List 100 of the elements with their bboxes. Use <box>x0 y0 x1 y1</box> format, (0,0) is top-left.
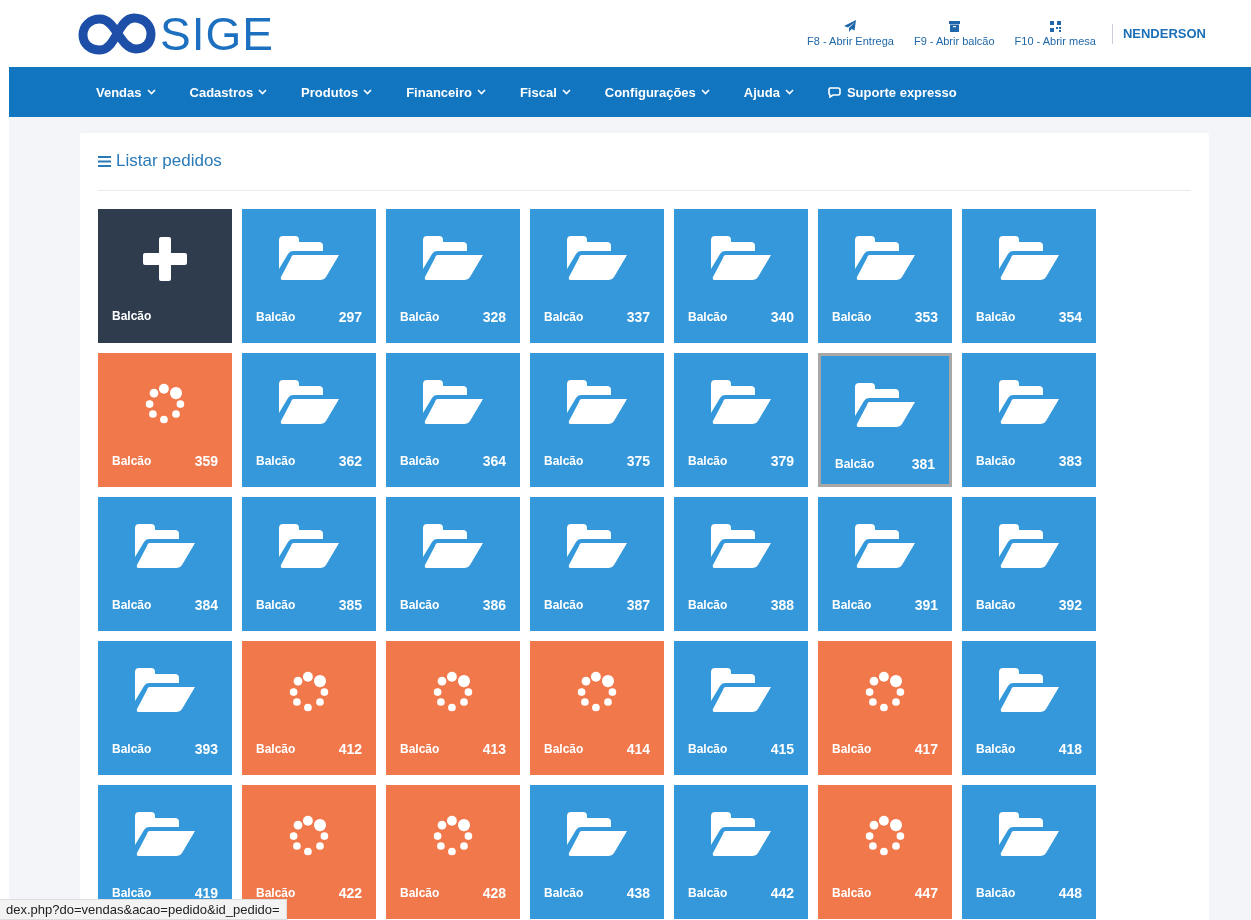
order-number: 415 <box>770 741 794 757</box>
nav-item[interactable]: Fiscal <box>519 84 571 100</box>
order-tile[interactable]: Balcão <box>98 209 232 343</box>
order-tile[interactable]: Balcão 388 <box>674 497 808 631</box>
order-tile[interactable]: Balcão 337 <box>530 209 664 343</box>
order-tile[interactable]: Balcão 379 <box>674 353 808 487</box>
order-type: Balcão <box>544 310 584 324</box>
order-tile[interactable]: Balcão 392 <box>962 497 1096 631</box>
order-tile[interactable]: Balcão 385 <box>242 497 376 631</box>
chat-icon <box>827 86 842 98</box>
order-tile[interactable]: Balcão 447 <box>818 785 952 919</box>
order-tile[interactable]: Balcão 413 <box>386 641 520 775</box>
order-number: 379 <box>770 453 794 469</box>
folder-open-icon <box>135 668 195 714</box>
order-number: 297 <box>338 309 362 325</box>
folder-open-icon <box>279 236 339 282</box>
chevron-down-icon <box>561 89 571 95</box>
order-tile[interactable]: Balcão 362 <box>242 353 376 487</box>
folder-open-icon <box>567 524 627 570</box>
order-number: 412 <box>338 741 362 757</box>
folder-open-icon <box>711 812 771 858</box>
order-number: 428 <box>482 885 506 901</box>
folder-open-icon <box>711 236 771 282</box>
order-tile[interactable]: Balcão 442 <box>674 785 808 919</box>
order-number: 385 <box>338 597 362 613</box>
order-tile[interactable]: Balcão 359 <box>98 353 232 487</box>
order-number: 417 <box>914 741 938 757</box>
order-tile[interactable]: Balcão 412 <box>242 641 376 775</box>
order-type: Balcão <box>832 886 872 900</box>
order-tile[interactable]: Balcão 328 <box>386 209 520 343</box>
folder-open-icon <box>999 236 1059 282</box>
order-number: 391 <box>914 597 938 613</box>
order-number: 438 <box>626 885 650 901</box>
order-number: 422 <box>338 885 362 901</box>
order-number: 328 <box>482 309 506 325</box>
order-type: Balcão <box>400 886 440 900</box>
list-icon <box>98 155 111 167</box>
order-tile[interactable]: Balcão 354 <box>962 209 1096 343</box>
order-type: Balcão <box>112 742 152 756</box>
order-number: 340 <box>770 309 794 325</box>
order-tile[interactable]: Balcão 375 <box>530 353 664 487</box>
folder-open-icon <box>279 380 339 426</box>
status-url-tooltip: dex.php?do=vendas&acao=pedido&id_pedido= <box>0 899 287 920</box>
nav-item[interactable]: Configurações <box>604 84 710 100</box>
order-tile[interactable]: Balcão 415 <box>674 641 808 775</box>
order-tile[interactable]: Balcão 414 <box>530 641 664 775</box>
order-number: 364 <box>482 453 506 469</box>
nav-item[interactable]: Cadastros <box>189 84 268 100</box>
nav-item[interactable]: Suporte expresso <box>827 84 957 100</box>
order-type: Balcão <box>112 598 152 612</box>
nav-item[interactable]: Produtos <box>301 84 373 100</box>
order-type: Balcão <box>832 742 872 756</box>
folder-open-icon <box>855 236 915 282</box>
order-tile[interactable]: Balcão 384 <box>98 497 232 631</box>
order-number: 383 <box>1058 453 1082 469</box>
folder-open-icon <box>711 668 771 714</box>
order-number: 375 <box>626 453 650 469</box>
order-number: 386 <box>482 597 506 613</box>
order-type: Balcão <box>976 454 1016 468</box>
chevron-down-icon <box>146 89 156 95</box>
order-tile[interactable]: Balcão 340 <box>674 209 808 343</box>
shortcut-link[interactable]: F10 - Abrir mesa <box>1014 20 1096 47</box>
order-tile[interactable]: Balcão 383 <box>962 353 1096 487</box>
folder-open-icon <box>423 524 483 570</box>
order-number: 359 <box>194 453 218 469</box>
order-type: Balcão <box>544 886 584 900</box>
order-type: Balcão <box>832 598 872 612</box>
logo-icon <box>78 11 156 56</box>
shortcut-label: F10 - Abrir mesa <box>1014 34 1096 47</box>
chevron-down-icon <box>258 89 268 95</box>
nav-item[interactable]: Vendas <box>96 84 156 100</box>
order-tile[interactable]: Balcão 418 <box>962 641 1096 775</box>
order-type: Balcão <box>688 310 728 324</box>
order-tile[interactable]: Balcão 391 <box>818 497 952 631</box>
folder-open-icon <box>567 380 627 426</box>
order-tile[interactable]: Balcão 448 <box>962 785 1096 919</box>
order-tile[interactable]: Balcão 386 <box>386 497 520 631</box>
order-type: Balcão <box>976 310 1016 324</box>
order-tile[interactable]: Balcão 353 <box>818 209 952 343</box>
order-tile[interactable]: Balcão 438 <box>530 785 664 919</box>
order-tile[interactable]: Balcão 381 <box>818 353 952 487</box>
order-number: 362 <box>338 453 362 469</box>
archive-icon <box>948 20 960 32</box>
nav-item[interactable]: Ajuda <box>743 84 794 100</box>
order-tile[interactable]: Balcão 428 <box>386 785 520 919</box>
shortcut-link[interactable]: F8 - Abrir Entrega <box>807 20 894 47</box>
order-tile[interactable]: Balcão 297 <box>242 209 376 343</box>
folder-open-icon <box>711 380 771 426</box>
order-tile[interactable]: Balcão 417 <box>818 641 952 775</box>
order-number: 419 <box>194 885 218 901</box>
order-tile[interactable]: Balcão 393 <box>98 641 232 775</box>
shortcut-link[interactable]: F9 - Abrir balcão <box>913 20 995 47</box>
nav-item[interactable]: Financeiro <box>406 84 486 100</box>
order-number: 448 <box>1058 885 1082 901</box>
order-number: 388 <box>770 597 794 613</box>
order-tile[interactable]: Balcão 364 <box>386 353 520 487</box>
order-tile[interactable]: Balcão 387 <box>530 497 664 631</box>
order-type: Balcão <box>688 598 728 612</box>
folder-open-icon <box>999 668 1059 714</box>
user-link[interactable]: NENDERSON <box>1111 23 1206 44</box>
